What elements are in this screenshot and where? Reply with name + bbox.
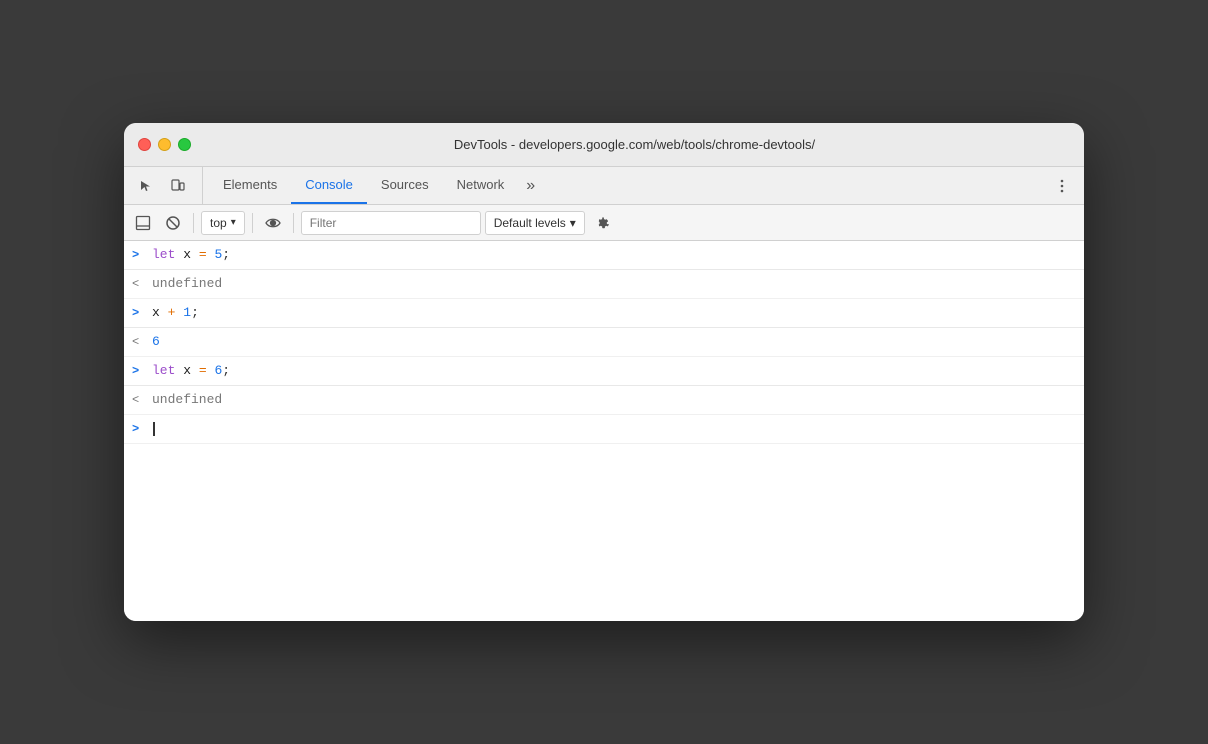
maximize-button[interactable] xyxy=(178,138,191,151)
settings-gear-icon[interactable] xyxy=(589,210,615,236)
select-element-icon[interactable] xyxy=(132,172,160,200)
output-prompt: < xyxy=(132,274,144,294)
console-line: > x + 1; xyxy=(124,299,1084,328)
console-content[interactable]: > let x = 5; < undefined > x + 1; < 6 > … xyxy=(124,241,1084,621)
toolbar-separator-3 xyxy=(293,213,294,233)
window-title: DevTools - developers.google.com/web/too… xyxy=(199,137,1070,152)
input-prompt: > xyxy=(132,419,144,439)
tab-sources[interactable]: Sources xyxy=(367,167,443,204)
input-prompt: > xyxy=(132,245,144,265)
output-prompt: < xyxy=(132,332,144,352)
devtools-window: DevTools - developers.google.com/web/too… xyxy=(124,123,1084,621)
toolbar-separator-1 xyxy=(193,213,194,233)
input-prompt: > xyxy=(132,303,144,323)
traffic-lights xyxy=(138,138,191,151)
text-cursor xyxy=(153,422,155,436)
console-line: > let x = 6; xyxy=(124,357,1084,386)
tab-bar-right xyxy=(1048,167,1076,204)
input-prompt: > xyxy=(132,361,144,381)
console-line: > let x = 5; xyxy=(124,241,1084,270)
tab-console[interactable]: Console xyxy=(291,167,367,204)
tab-bar-left-icons xyxy=(132,167,203,204)
output-prompt: < xyxy=(132,390,144,410)
toolbar-separator-2 xyxy=(252,213,253,233)
show-drawer-icon[interactable] xyxy=(130,210,156,236)
tab-bar: Elements Console Sources Network » xyxy=(124,167,1084,205)
close-button[interactable] xyxy=(138,138,151,151)
console-input-line[interactable]: > xyxy=(124,415,1084,444)
more-tabs-button[interactable]: » xyxy=(518,167,543,204)
tab-network[interactable]: Network xyxy=(443,167,519,204)
console-toolbar: top ▾ Default levels ▾ xyxy=(124,205,1084,241)
device-toolbar-icon[interactable] xyxy=(164,172,192,200)
live-expressions-icon[interactable] xyxy=(260,210,286,236)
console-line: < 6 xyxy=(124,328,1084,357)
default-levels-button[interactable]: Default levels ▾ xyxy=(485,211,585,235)
vertical-dots-menu[interactable] xyxy=(1048,172,1076,200)
minimize-button[interactable] xyxy=(158,138,171,151)
console-line: < undefined xyxy=(124,386,1084,415)
title-bar: DevTools - developers.google.com/web/too… xyxy=(124,123,1084,167)
console-line: < undefined xyxy=(124,270,1084,299)
filter-input[interactable] xyxy=(301,211,481,235)
clear-console-icon[interactable] xyxy=(160,210,186,236)
context-selector[interactable]: top ▾ xyxy=(201,211,245,235)
tab-elements[interactable]: Elements xyxy=(209,167,291,204)
